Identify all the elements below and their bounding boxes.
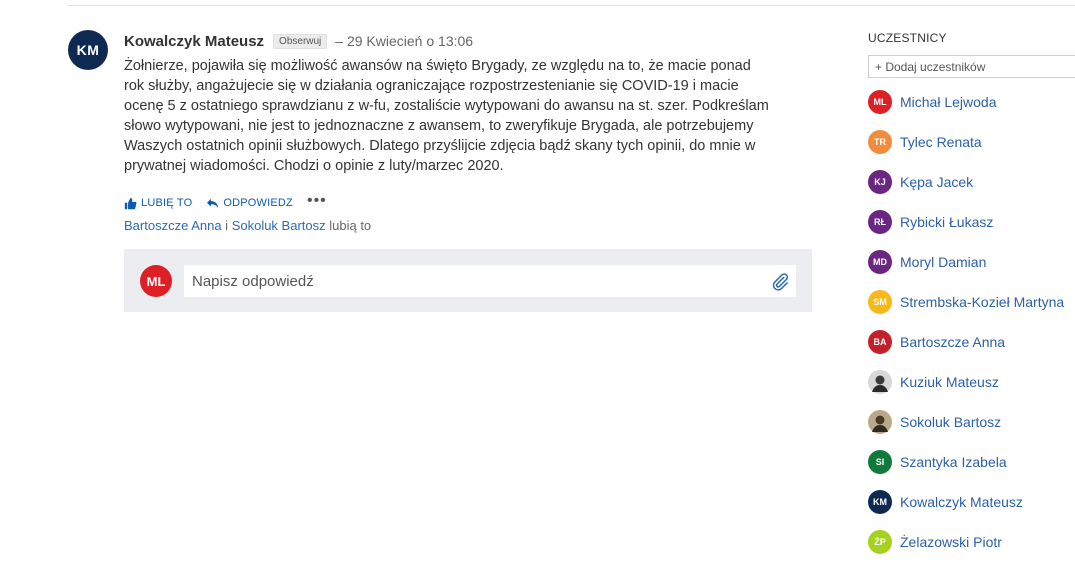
participant-name[interactable]: Moryl Damian xyxy=(900,254,986,270)
reply-button[interactable]: ODPOWIEDZ xyxy=(206,197,293,209)
participant-item[interactable]: ML Michał Lejwoda xyxy=(868,90,997,114)
participant-avatar: ML xyxy=(868,90,892,114)
participant-name[interactable]: Strembska-Kozieł Martyna xyxy=(900,294,1064,310)
participant-name[interactable]: Sokoluk Bartosz xyxy=(900,414,1001,430)
participant-name[interactable]: Bartoszcze Anna xyxy=(900,334,1005,350)
participant-avatar: RŁ xyxy=(868,210,892,234)
participant-avatar: MD xyxy=(868,250,892,274)
liker-link[interactable]: Sokoluk Bartosz xyxy=(232,218,326,233)
author-name[interactable]: Kowalczyk Mateusz xyxy=(124,33,264,50)
reply-input[interactable] xyxy=(184,265,796,297)
participants-title: UCZESTNICY xyxy=(868,31,947,45)
person-photo-icon xyxy=(868,410,892,434)
participant-avatar: SI xyxy=(868,450,892,474)
author-avatar[interactable]: KM xyxy=(68,30,108,70)
participant-name[interactable]: Kowalczyk Mateusz xyxy=(900,494,1023,510)
participant-name[interactable]: Kępa Jacek xyxy=(900,174,973,190)
thumbs-up-icon xyxy=(124,197,137,209)
participant-item[interactable]: KM Kowalczyk Mateusz xyxy=(868,490,1023,514)
participant-avatar: BA xyxy=(868,330,892,354)
participant-avatar: KM xyxy=(868,490,892,514)
participant-item[interactable]: SM Strembska-Kozieł Martyna xyxy=(868,290,1064,314)
participant-item[interactable]: TR Tylec Renata xyxy=(868,130,982,154)
current-user-avatar: ML xyxy=(140,265,172,297)
like-button[interactable]: LUBIĘ TO xyxy=(124,197,192,210)
participant-item[interactable]: RŁ Rybicki Łukasz xyxy=(868,210,993,234)
participant-name[interactable]: Szantyka Izabela xyxy=(900,454,1007,470)
participant-item[interactable]: MD Moryl Damian xyxy=(868,250,986,274)
like-label: LUBIĘ TO xyxy=(141,197,193,209)
participant-item[interactable]: KJ Kępa Jacek xyxy=(868,170,973,194)
participant-item[interactable]: Kuziuk Mateusz xyxy=(868,370,999,394)
participant-name[interactable]: Tylec Renata xyxy=(900,134,982,150)
participant-item[interactable]: ŻP Żelazowski Piotr xyxy=(868,530,1002,554)
likes-suffix: lubią to xyxy=(325,218,372,233)
post-date: – 29 Kwiecień o 13:06 xyxy=(335,33,474,49)
participant-name[interactable]: Kuziuk Mateusz xyxy=(900,374,999,390)
participant-photo xyxy=(868,410,892,434)
participant-name[interactable]: Michał Lejwoda xyxy=(900,94,997,110)
likes-summary: Bartoszcze Anna i Sokoluk Bartosz lubią … xyxy=(124,218,371,233)
participant-name[interactable]: Żelazowski Piotr xyxy=(900,534,1002,550)
participant-name[interactable]: Rybicki Łukasz xyxy=(900,214,993,230)
reply-label: ODPOWIEDZ xyxy=(223,197,293,209)
more-options-icon[interactable]: ••• xyxy=(307,193,327,209)
participant-item[interactable]: BA Bartoszcze Anna xyxy=(868,330,1005,354)
participant-item[interactable]: SI Szantyka Izabela xyxy=(868,450,1007,474)
post-header: Kowalczyk Mateusz Obserwuj – 29 Kwiecień… xyxy=(124,31,473,51)
participant-item[interactable]: Sokoluk Bartosz xyxy=(868,410,1001,434)
post-body: Żołnierze, pojawiła się możliwość awansó… xyxy=(124,58,769,174)
participant-photo xyxy=(868,370,892,394)
add-participants-button[interactable]: + Dodaj uczestników xyxy=(868,55,1075,78)
follow-button[interactable]: Obserwuj xyxy=(273,33,328,49)
reply-box: ML xyxy=(124,249,812,312)
person-photo-icon xyxy=(868,370,892,394)
paperclip-icon[interactable] xyxy=(770,272,790,292)
participant-avatar: KJ xyxy=(868,170,892,194)
likes-conjunction: i xyxy=(221,218,232,233)
post-actions: LUBIĘ TO ODPOWIEDZ ••• xyxy=(124,193,327,212)
top-divider xyxy=(68,5,1075,6)
participant-avatar: ŻP xyxy=(868,530,892,554)
participant-avatar: TR xyxy=(868,130,892,154)
reply-arrow-icon xyxy=(207,198,219,208)
participant-avatar: SM xyxy=(868,290,892,314)
liker-link[interactable]: Bartoszcze Anna xyxy=(124,218,222,233)
